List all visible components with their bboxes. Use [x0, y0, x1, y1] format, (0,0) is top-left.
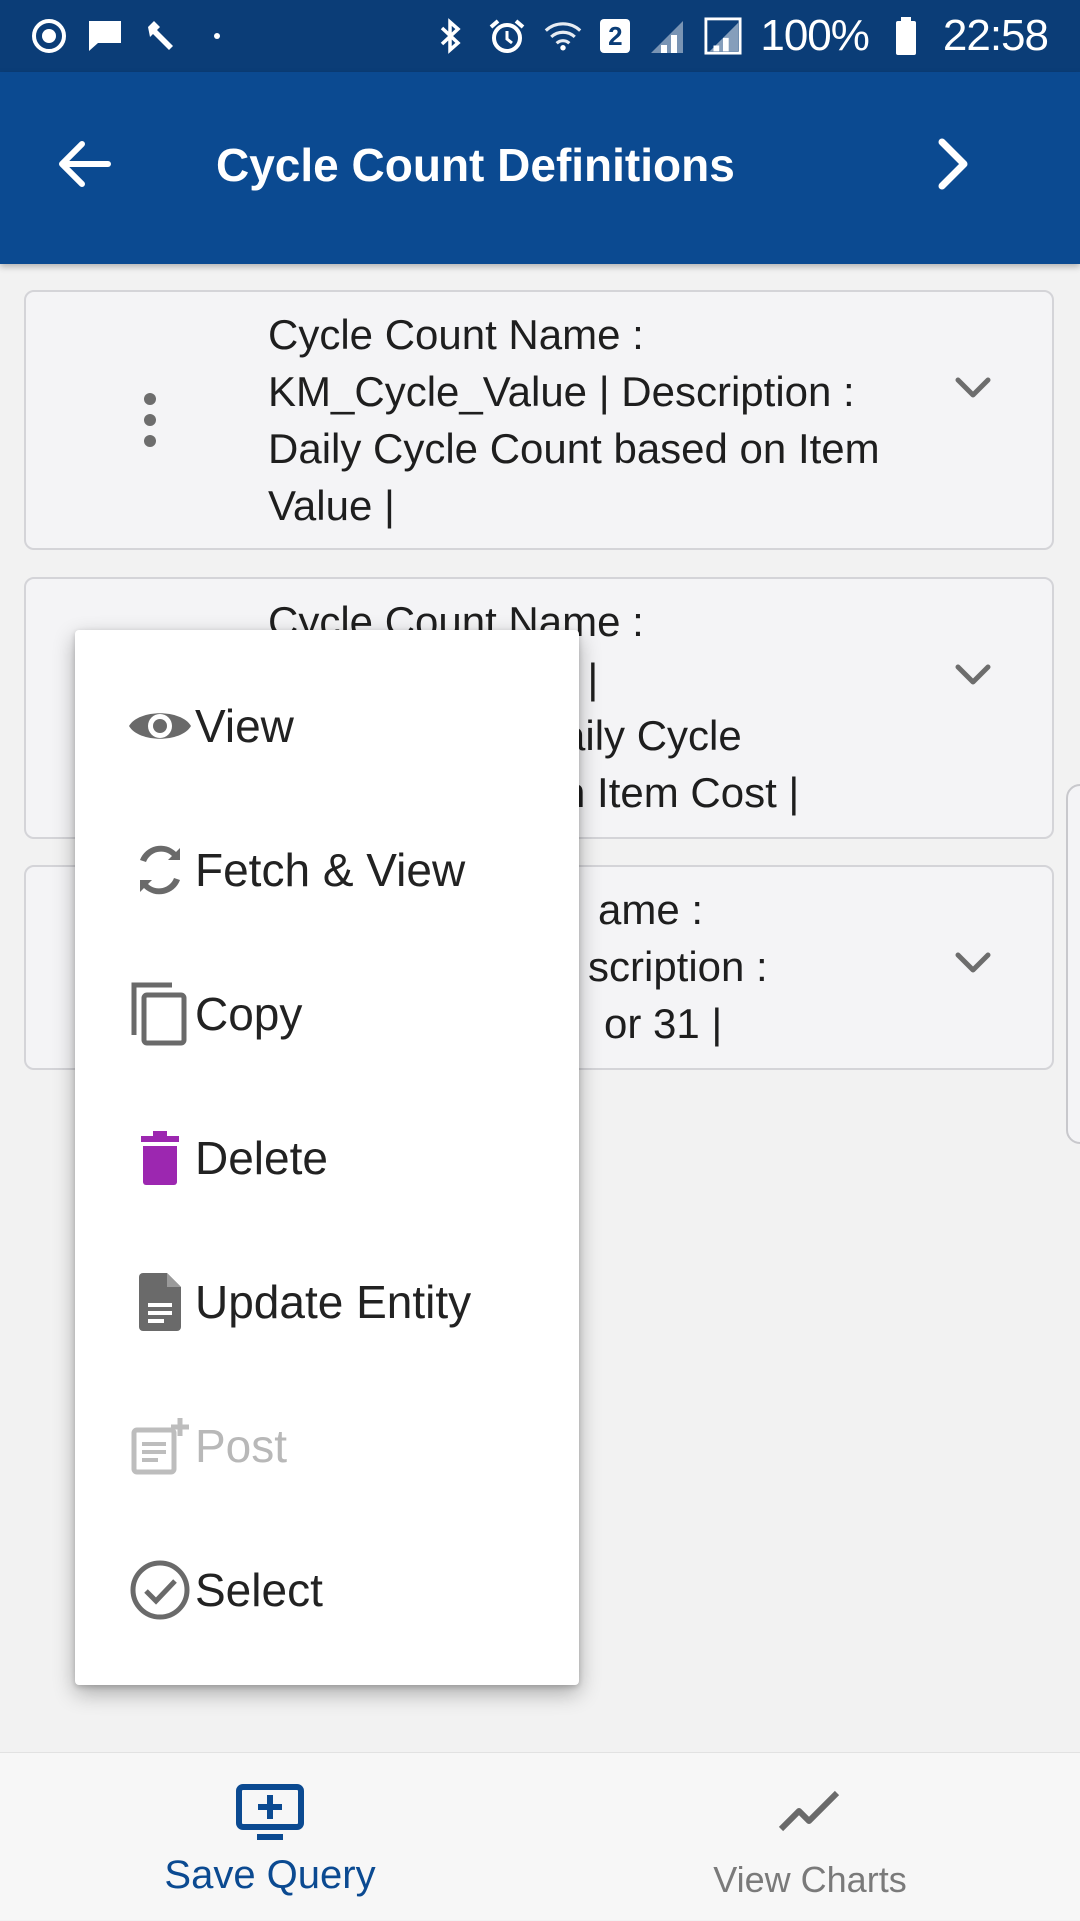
menu-item-delete[interactable]: Delete [75, 1098, 579, 1218]
dot-icon [198, 17, 236, 55]
menu-item-label: View [195, 700, 294, 752]
menu-item-label: Post [195, 1420, 288, 1472]
refresh-icon [127, 837, 193, 903]
trash-icon [127, 1125, 193, 1191]
menu-item-view[interactable]: View [75, 666, 579, 786]
scroll-edge [1066, 784, 1080, 1144]
post-icon [127, 1413, 193, 1479]
app-bar: Cycle Count Definitions [0, 72, 1080, 264]
battery-icon [887, 17, 925, 55]
forward-button[interactable] [920, 132, 984, 196]
clock: 22:58 [942, 11, 1049, 60]
status-bar-left [30, 17, 236, 55]
eye-icon [127, 693, 193, 759]
media-icon [30, 17, 68, 55]
chevron-right-icon [938, 138, 968, 190]
bluetooth-icon [432, 17, 470, 55]
signal-icon [648, 17, 686, 55]
arrow-back-icon [59, 141, 111, 187]
sim-badge: 2 [608, 20, 623, 51]
menu-item-select[interactable]: Select [75, 1530, 579, 1650]
menu-item-fetch-view[interactable]: Fetch & View [75, 810, 579, 930]
save-query-label: Save Query [164, 1853, 376, 1897]
add-to-queue-icon [235, 1783, 305, 1843]
menu-item-post[interactable]: Post [75, 1386, 579, 1506]
menu-item-label: Update Entity [195, 1276, 472, 1328]
view-charts-label: View Charts [713, 1859, 907, 1900]
page-title: Cycle Count Definitions [216, 139, 735, 191]
message-icon [86, 17, 124, 55]
document-icon [127, 1269, 193, 1335]
menu-item-label: Copy [195, 988, 303, 1040]
bottom-nav: Save Query View Charts [0, 1752, 1080, 1920]
trending-icon [775, 1783, 845, 1843]
chevron-down-icon[interactable] [948, 649, 998, 699]
menu-item-copy[interactable]: Copy [75, 954, 579, 1074]
menu-item-label: Select [195, 1564, 323, 1616]
menu-item-update-entity[interactable]: Update Entity [75, 1242, 579, 1362]
menu-item-label: Delete [195, 1132, 328, 1184]
context-menu: View Fetch & View Copy Delete Update Ent… [75, 630, 579, 1685]
battery-percent: 100% [760, 11, 870, 60]
check-circle-icon [127, 1557, 193, 1623]
status-bar: 2 100% 22:58 [0, 0, 1080, 72]
more-vert-icon[interactable] [142, 392, 158, 448]
list-item-text: Cycle Count Name : KM_Cycle_Value | Desc… [268, 311, 880, 529]
save-query-button[interactable]: Save Query [90, 1753, 450, 1921]
signal-icon [704, 17, 742, 55]
chevron-down-icon[interactable] [948, 937, 998, 987]
menu-item-label: Fetch & View [195, 844, 466, 896]
list-item[interactable]: Cycle Count Name : KM_Cycle_Value | Desc… [24, 290, 1054, 550]
wifi-icon [544, 17, 582, 55]
wrench-icon [142, 17, 180, 55]
chevron-down-icon[interactable] [948, 362, 998, 412]
back-button[interactable] [52, 132, 116, 196]
view-charts-button[interactable]: View Charts [630, 1753, 990, 1921]
sim-icon: 2 [600, 19, 631, 53]
copy-icon [127, 981, 193, 1047]
status-bar-right: 2 100% 22:58 [432, 11, 1049, 61]
alarm-icon [488, 17, 526, 55]
